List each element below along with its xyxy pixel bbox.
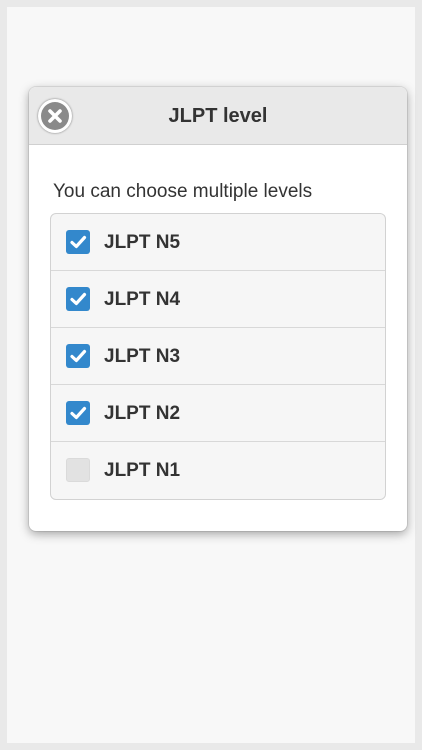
checkmark-icon: [70, 406, 87, 420]
level-label: JLPT N1: [104, 460, 181, 481]
checkbox[interactable]: [66, 230, 90, 254]
level-option-n2[interactable]: JLPT N2: [51, 385, 385, 442]
checkmark-icon: [70, 349, 87, 363]
dialog-title: JLPT level: [168, 105, 268, 127]
close-button[interactable]: [38, 99, 72, 133]
level-option-n1[interactable]: JLPT N1: [51, 442, 385, 499]
level-option-n3[interactable]: JLPT N3: [51, 328, 385, 385]
level-option-n5[interactable]: JLPT N5: [51, 214, 385, 271]
dialog-subtitle: You can choose multiple levels: [53, 181, 313, 202]
level-checkbox-list: JLPT N5 JLPT N4 JLPT N3 JLPT N2 JLPT N1: [50, 213, 386, 500]
checkbox[interactable]: [66, 344, 90, 368]
level-label: JLPT N2: [104, 403, 181, 424]
jlpt-level-dialog: JLPT level You can choose multiple level…: [29, 87, 407, 531]
checkbox[interactable]: [66, 287, 90, 311]
checkmark-icon: [70, 235, 87, 249]
checkbox[interactable]: [66, 401, 90, 425]
app-background: JLPT level You can choose multiple level…: [7, 7, 415, 743]
level-label: JLPT N4: [104, 289, 181, 310]
level-option-n4[interactable]: JLPT N4: [51, 271, 385, 328]
level-label: JLPT N3: [104, 346, 181, 367]
dialog-header: JLPT level: [29, 87, 407, 145]
checkmark-icon: [70, 292, 87, 306]
level-label: JLPT N5: [104, 232, 181, 253]
checkbox[interactable]: [66, 458, 90, 482]
close-icon: [41, 102, 69, 130]
